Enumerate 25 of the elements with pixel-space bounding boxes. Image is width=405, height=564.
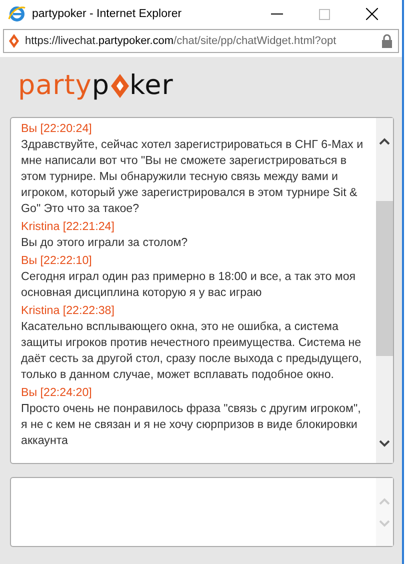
- message-input[interactable]: [10, 477, 394, 547]
- scroll-up-icon[interactable]: [379, 138, 390, 145]
- message-header: Вы [22:22:10]: [21, 253, 93, 269]
- message-text: Здравствуйте, сейчас хотел зарегистрироваться в СНГ 6-Max и мне написали вот что "Вы не сможете зарегистрироваться в этом турнире. Мы обнаружили тесную связь между вами и игроком, который уже зарегистрировался в этом турнире Sit & Go" Это что за такое?: [21, 137, 364, 217]
- message-header: Вы [22:20:24]: [21, 121, 93, 137]
- url-text: https://livechat.partypoker.com/chat/site/pp/chatWidget.html?opt: [25, 35, 338, 47]
- scroll-up-icon: [379, 498, 390, 504]
- scroll-thumb[interactable]: [376, 201, 393, 356]
- lock-icon: [381, 34, 393, 48]
- scroll-down-icon[interactable]: [379, 440, 390, 447]
- message-header: Вы [22:24:20]: [21, 385, 93, 401]
- scrollbar[interactable]: [376, 118, 393, 463]
- message-header: Kristina [22:21:24]: [21, 219, 116, 235]
- browser-icon: [8, 5, 26, 23]
- message-header: Kristina [22:22:38]: [21, 303, 116, 319]
- message-text: Просто очень не понравилось фраза "связь с другим игроком", я не с кем не связан и я не хочу сюрпризов в виде блокировки аккаунта: [21, 401, 362, 449]
- message-text: Вы до этого играли за столом?: [21, 235, 189, 251]
- message-text: Сегодня играл один раз примерно в 18:00 и все, а так это моя основная дисциплина которую я у вас играю: [21, 269, 357, 301]
- logo: partyp ker: [18, 71, 174, 101]
- close-icon[interactable]: [366, 8, 378, 20]
- scroll-down-icon: [379, 520, 390, 526]
- message-text: Касательно всплывающего окна, это не ошибка, а система защиты игроков против нечестного преимущества. Система не даёт сесть за другой стол, сразу после выхода с предыдущего, только в данном случае, может всплавать подобное окно.: [21, 319, 363, 383]
- diamond-icon: [9, 34, 19, 48]
- address-bar[interactable]: https://livechat.partypoker.com/chat/site/pp/chatWidget.html?opt: [3, 29, 399, 53]
- window-title: partypoker - Internet Explorer: [32, 8, 182, 20]
